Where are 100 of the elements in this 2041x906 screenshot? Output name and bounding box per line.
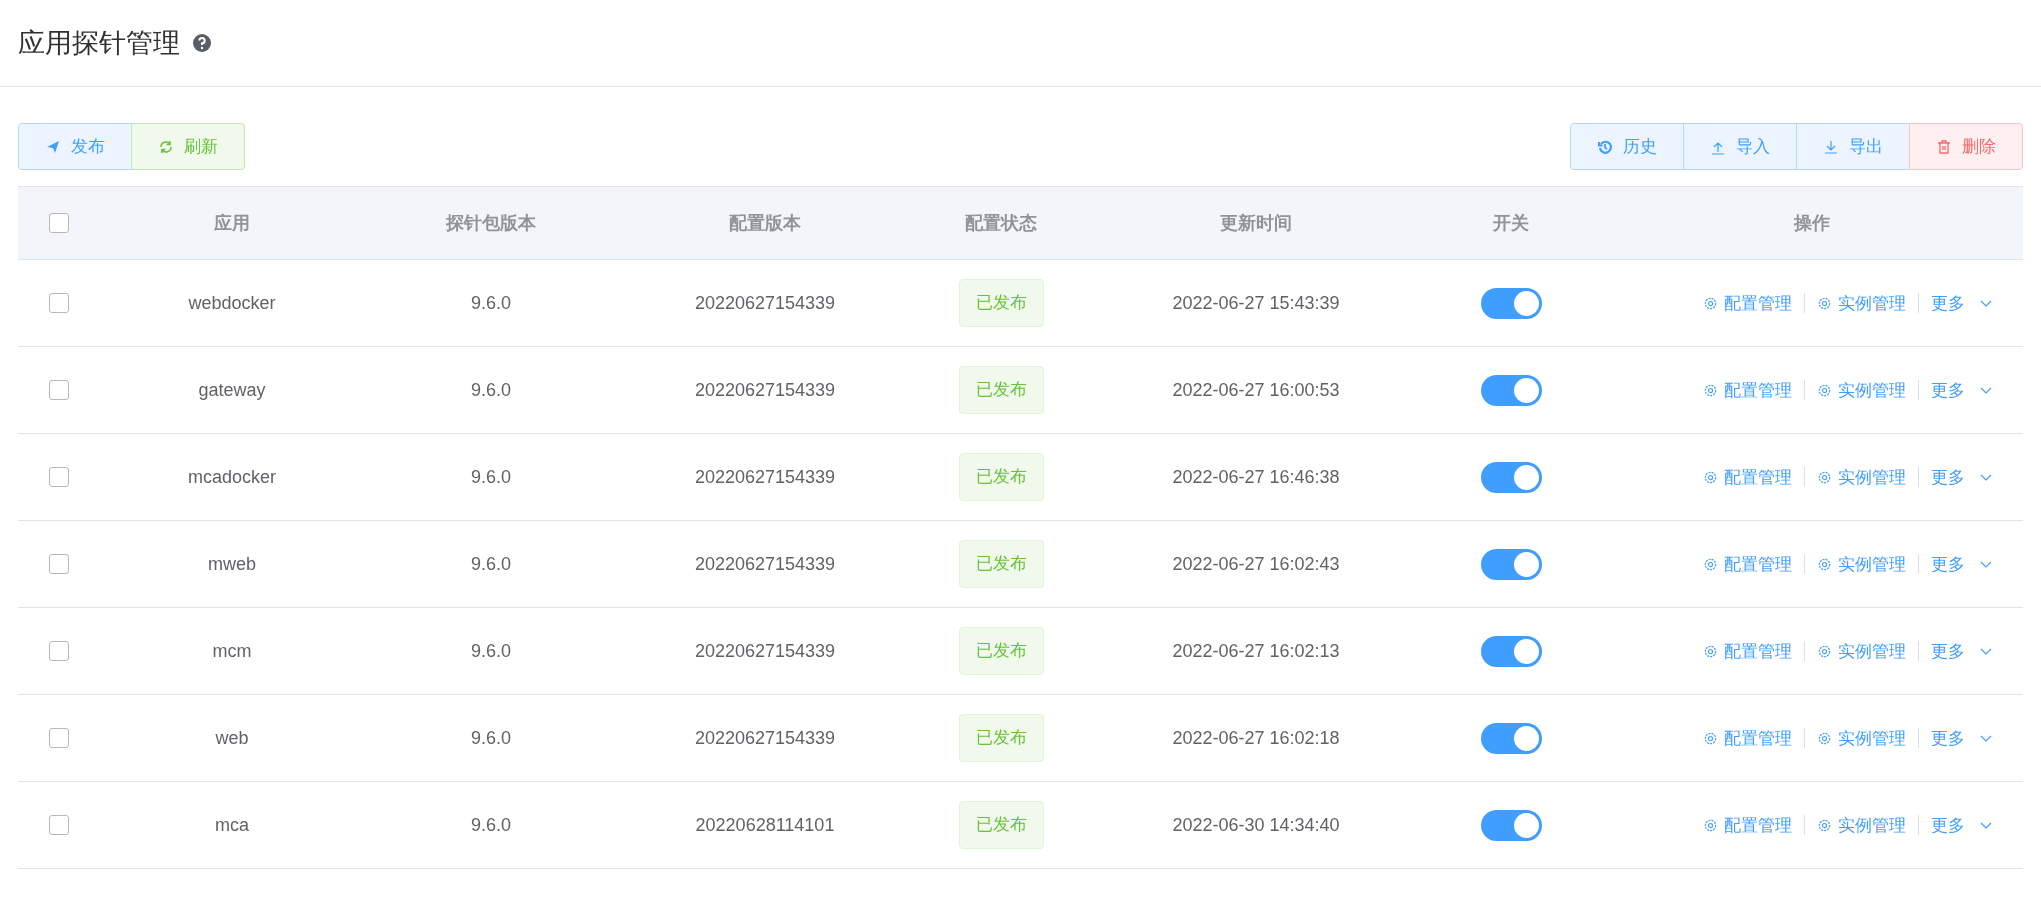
table-cell: gateway [198, 379, 266, 401]
gear-icon [1817, 643, 1832, 659]
toggle-switch[interactable] [1480, 461, 1542, 493]
table-cell: 2022-06-27 16:00:53 [1172, 379, 1340, 401]
more-link[interactable]: 更多 [1931, 726, 1965, 750]
table-cell: 9.6.0 [470, 292, 511, 314]
row-checkbox[interactable] [49, 554, 69, 574]
gear-icon [1703, 382, 1718, 398]
status-tag: 已发布 [958, 714, 1044, 762]
import-button[interactable]: 导入 [1683, 123, 1797, 170]
column-header: 操作 [1793, 212, 1830, 235]
status-tag: 已发布 [958, 279, 1044, 327]
table-cell: 9.6.0 [470, 640, 511, 662]
action-link[interactable]: 实例管理 [1817, 639, 1906, 663]
gear-icon [1817, 295, 1832, 311]
table-cell: 9.6.0 [470, 727, 511, 749]
action-link[interactable]: 配置管理 [1703, 726, 1792, 750]
table-cell: 20220627154339 [694, 379, 836, 401]
toggle-switch[interactable] [1480, 722, 1542, 754]
select-all-checkbox[interactable] [49, 213, 69, 233]
more-link[interactable]: 更多 [1931, 291, 1965, 315]
send-icon [45, 138, 61, 155]
more-link[interactable]: 更多 [1931, 813, 1965, 837]
table-cell: 20220627154339 [694, 727, 836, 749]
history-icon [1597, 138, 1613, 155]
table-cell: 2022-06-27 15:43:39 [1172, 292, 1340, 314]
table-cell: mweb [208, 553, 256, 575]
status-tag: 已发布 [958, 366, 1044, 414]
gear-icon [1817, 730, 1832, 746]
action-link[interactable]: 配置管理 [1703, 552, 1792, 576]
row-checkbox[interactable] [49, 728, 69, 748]
gear-icon [1703, 556, 1718, 572]
more-link[interactable]: 更多 [1931, 378, 1965, 402]
row-checkbox[interactable] [49, 380, 69, 400]
table-cell: mca [215, 814, 249, 836]
table-cell: webdocker [188, 292, 276, 314]
action-link[interactable]: 实例管理 [1817, 465, 1906, 489]
table-cell: 9.6.0 [470, 553, 511, 575]
toggle-switch[interactable] [1480, 809, 1542, 841]
action-link[interactable]: 配置管理 [1703, 465, 1792, 489]
column-header: 探针包版本 [446, 212, 536, 235]
table-cell: mcm [212, 640, 252, 662]
delete-button[interactable]: 删除 [1909, 123, 2023, 170]
row-checkbox[interactable] [49, 467, 69, 487]
help-icon[interactable] [192, 33, 212, 53]
more-link[interactable]: 更多 [1931, 639, 1965, 663]
toggle-switch[interactable] [1480, 374, 1542, 406]
action-link[interactable]: 配置管理 [1703, 813, 1792, 837]
gear-icon [1817, 469, 1832, 485]
table-cell: 9.6.0 [470, 379, 511, 401]
action-link[interactable]: 实例管理 [1817, 726, 1906, 750]
page-title: 应用探针管理 [18, 27, 180, 60]
publish-button[interactable]: 发布 [18, 123, 132, 170]
gear-icon [1817, 382, 1832, 398]
action-link[interactable]: 配置管理 [1703, 378, 1792, 402]
column-header: 应用 [214, 212, 250, 235]
table-cell: 2022-06-27 16:02:43 [1172, 553, 1340, 575]
table-cell: 20220627154339 [694, 553, 836, 575]
status-tag: 已发布 [958, 453, 1044, 501]
action-link[interactable]: 实例管理 [1817, 813, 1906, 837]
status-tag: 已发布 [958, 801, 1044, 849]
refresh-icon [158, 138, 174, 155]
download-icon [1823, 138, 1839, 155]
column-header: 配置版本 [729, 212, 801, 235]
status-tag: 已发布 [958, 627, 1044, 675]
trash-icon [1936, 138, 1952, 155]
export-button[interactable]: 导出 [1796, 123, 1910, 170]
action-link[interactable]: 配置管理 [1703, 639, 1792, 663]
history-button[interactable]: 历史 [1570, 123, 1684, 170]
toggle-switch[interactable] [1480, 635, 1542, 667]
table-cell: 20220627154339 [694, 292, 836, 314]
gear-icon [1817, 556, 1832, 572]
refresh-button[interactable]: 刷新 [131, 123, 245, 170]
gear-icon [1817, 817, 1832, 833]
action-link[interactable]: 实例管理 [1817, 291, 1906, 315]
row-checkbox[interactable] [49, 293, 69, 313]
table-cell: 20220627154339 [694, 640, 836, 662]
action-link[interactable]: 实例管理 [1817, 378, 1906, 402]
toggle-switch[interactable] [1480, 287, 1542, 319]
column-header: 更新时间 [1220, 212, 1292, 235]
table-cell: 20220627154339 [694, 466, 836, 488]
table-cell: 20220628114101 [695, 814, 835, 836]
gear-icon [1703, 817, 1718, 833]
table-cell: 2022-06-27 16:02:13 [1172, 640, 1340, 662]
gear-icon [1703, 643, 1718, 659]
table-cell: mcadocker [188, 466, 276, 488]
table-cell: 2022-06-27 16:02:18 [1172, 727, 1340, 749]
gear-icon [1703, 730, 1718, 746]
table-cell: 9.6.0 [470, 466, 511, 488]
table-cell: 2022-06-30 14:34:40 [1172, 814, 1340, 836]
action-link[interactable]: 配置管理 [1703, 291, 1792, 315]
row-checkbox[interactable] [49, 815, 69, 835]
more-link[interactable]: 更多 [1931, 465, 1965, 489]
table-cell: web [215, 727, 249, 749]
action-link[interactable]: 实例管理 [1817, 552, 1906, 576]
status-tag: 已发布 [958, 540, 1044, 588]
more-link[interactable]: 更多 [1931, 552, 1965, 576]
toggle-switch[interactable] [1480, 548, 1542, 580]
row-checkbox[interactable] [49, 641, 69, 661]
gear-icon [1703, 469, 1718, 485]
